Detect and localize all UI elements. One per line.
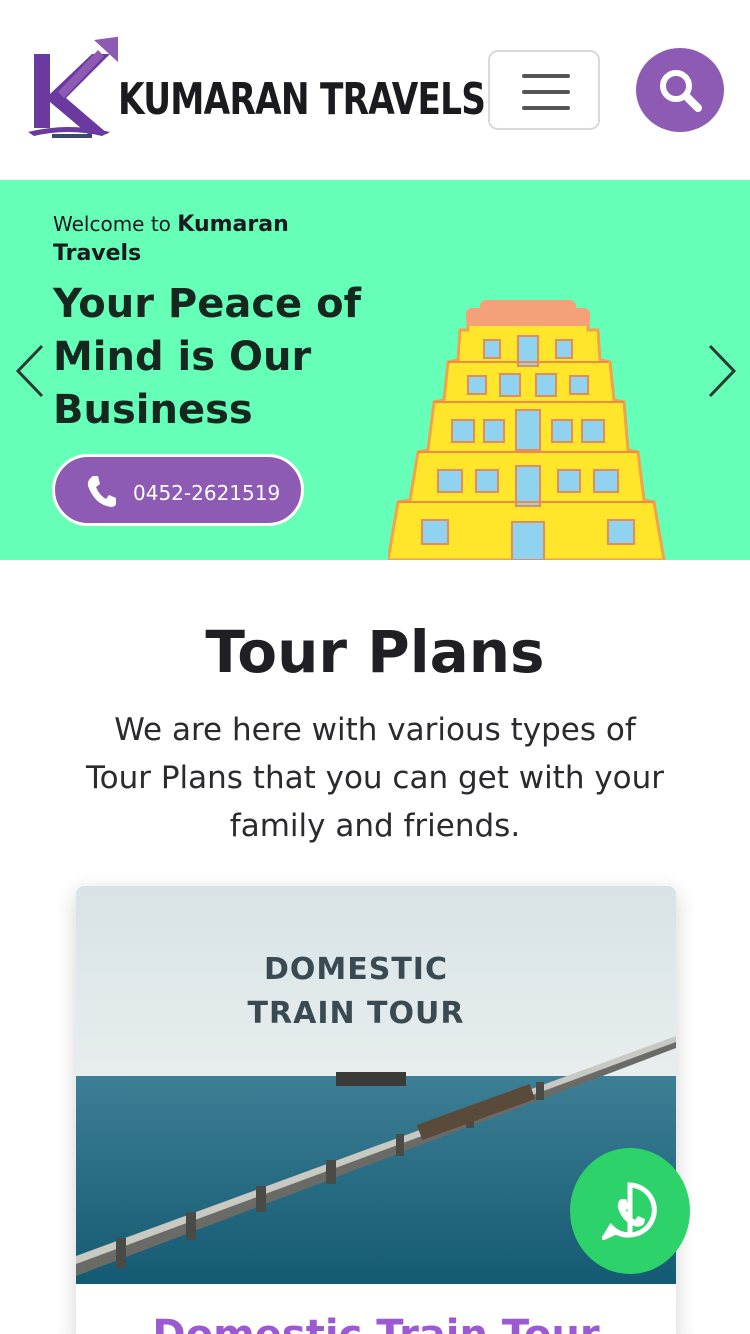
welcome-text: Welcome to Kumaran Travels <box>53 210 353 268</box>
phone-icon <box>87 476 116 507</box>
brand-name: KUMARAN TRAVELS <box>118 74 486 125</box>
search-icon <box>660 70 702 112</box>
hamburger-icon <box>522 74 570 78</box>
hero-banner: Welcome to Kumaran Travels Your Peace of… <box>0 180 750 560</box>
header: KUMARAN TRAVELS <box>0 0 750 180</box>
whatsapp-button[interactable] <box>570 1148 690 1274</box>
welcome-prefix: Welcome to <box>53 212 171 236</box>
phone-number: 0452-2621519 <box>133 481 281 505</box>
call-button[interactable]: 0452-2621519 <box>52 454 304 526</box>
temple-illustration <box>388 300 666 560</box>
tour-card[interactable]: DOMESTIC TRAIN TOUR Domestic Train Tour <box>76 886 676 1334</box>
chevron-left-icon[interactable] <box>14 344 48 398</box>
hamburger-icon-bar <box>522 90 570 94</box>
menu-button[interactable] <box>488 50 600 130</box>
card-image-caption-line2: TRAIN TOUR <box>247 996 465 1031</box>
card-title[interactable]: Domestic Train Tour <box>76 1312 676 1334</box>
section-subtitle: We are here with various types of Tour P… <box>85 712 665 844</box>
brand-logo[interactable]: KUMARAN TRAVELS <box>28 36 486 144</box>
section-title: Tour Plans <box>205 618 545 686</box>
card-image-caption: DOMESTIC TRAIN TOUR <box>76 948 636 1036</box>
logo-k-mark <box>28 36 118 138</box>
hamburger-icon-bar <box>522 106 570 110</box>
search-button[interactable] <box>636 48 724 132</box>
hero-headline: Your Peace of Mind is Our Business <box>53 281 361 433</box>
card-image-caption-line1: DOMESTIC <box>263 952 448 987</box>
whatsapp-icon <box>602 1182 657 1240</box>
chevron-right-icon[interactable] <box>704 344 738 398</box>
